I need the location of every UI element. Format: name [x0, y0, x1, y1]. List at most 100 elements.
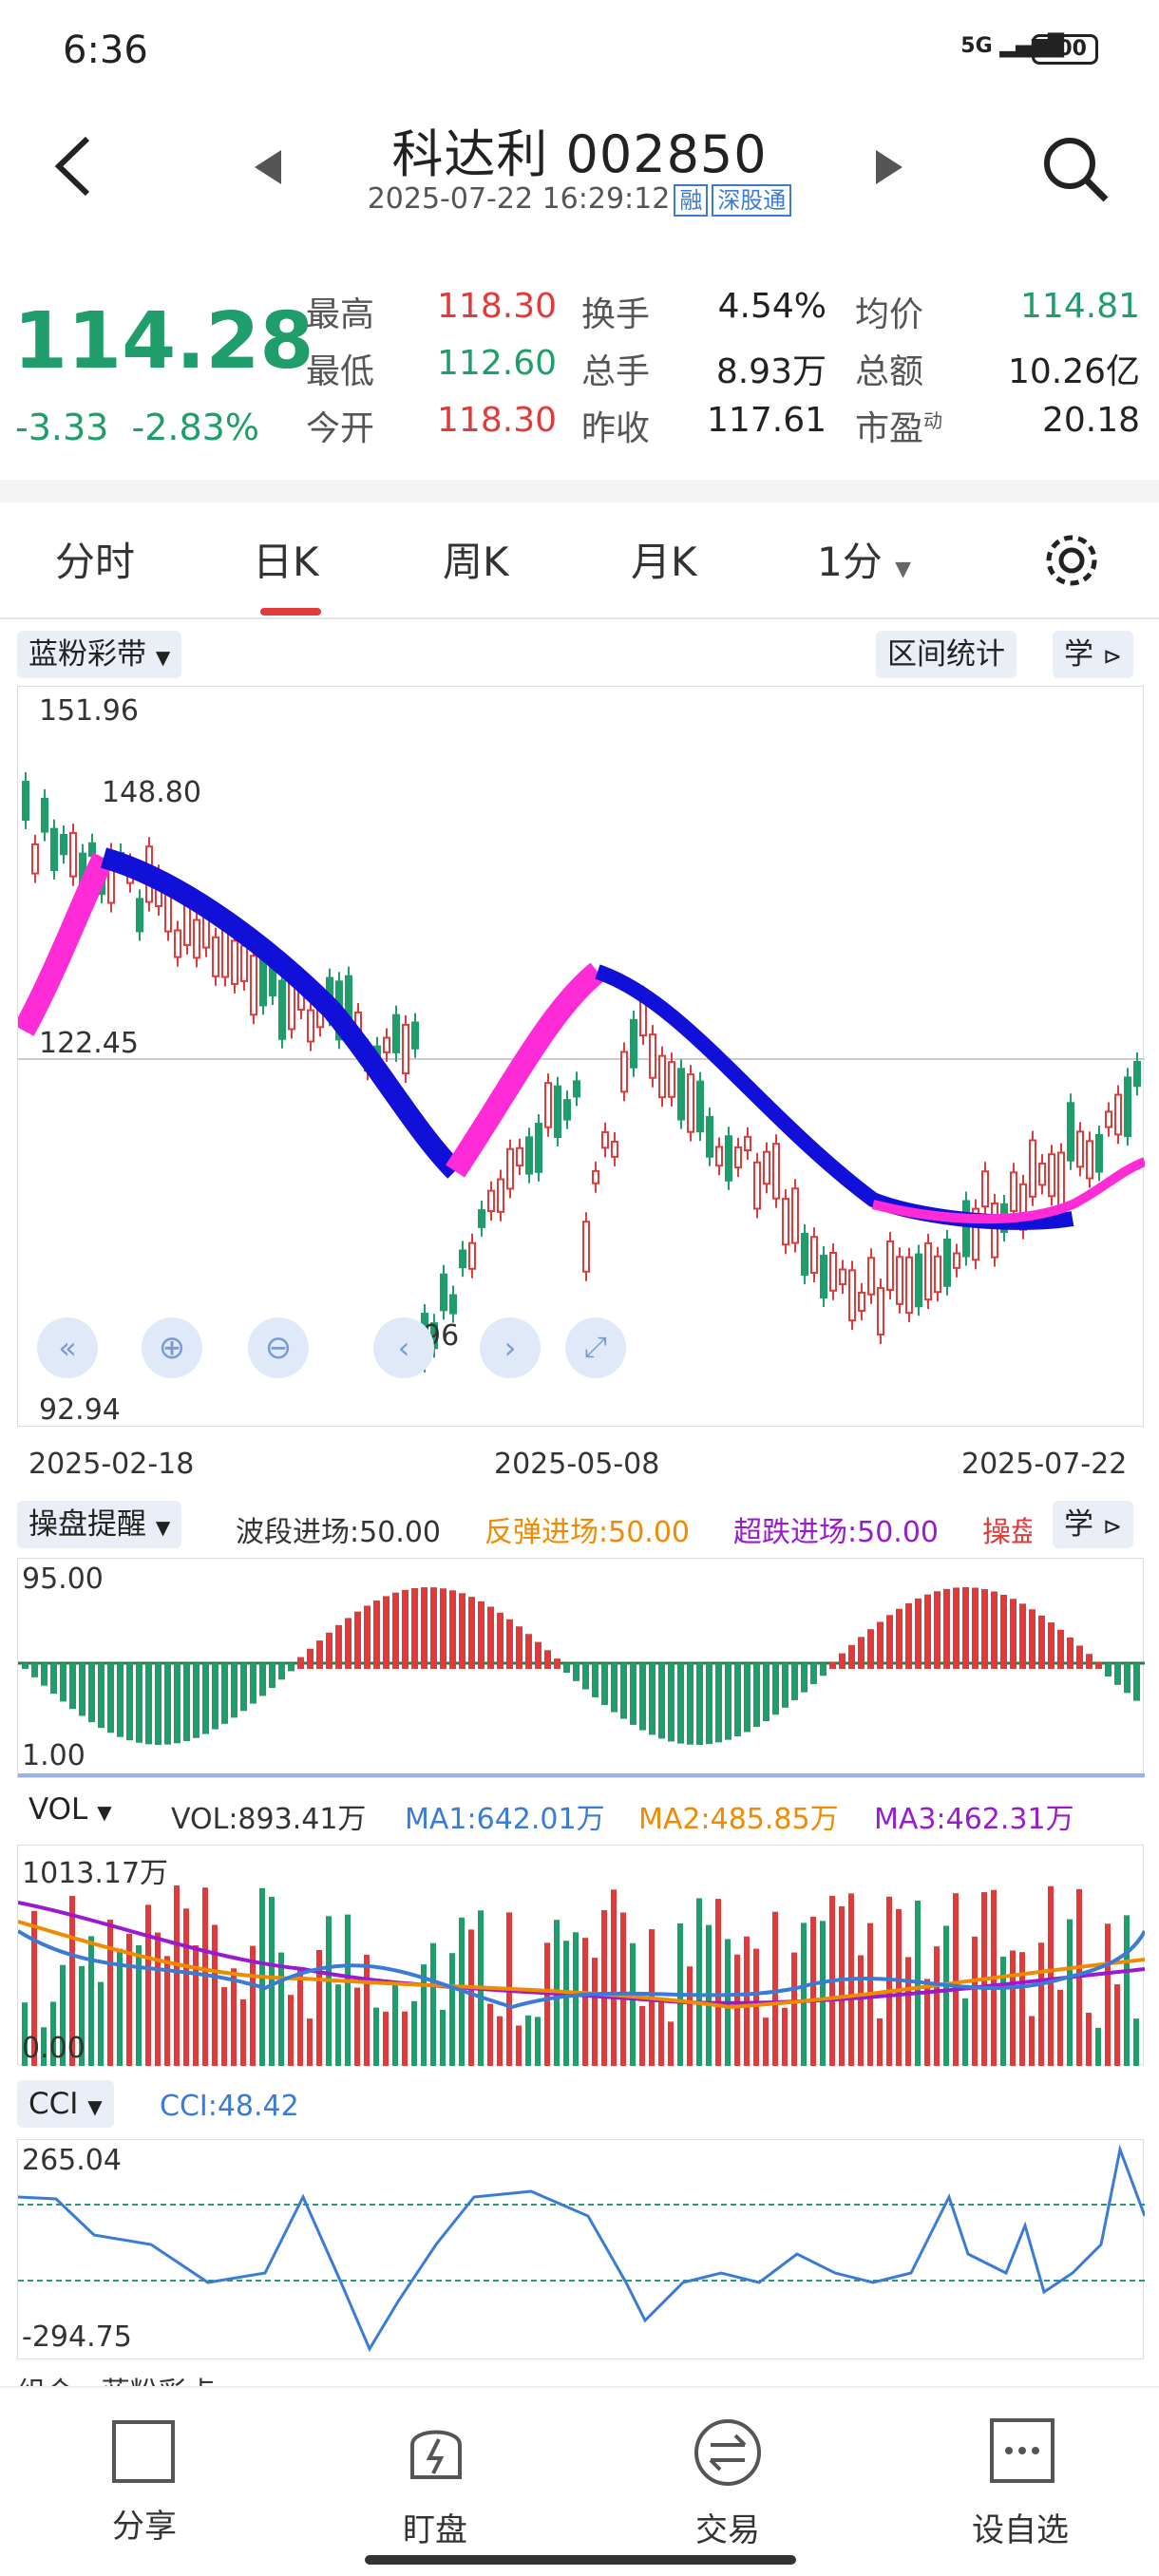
candle-body — [1105, 1110, 1112, 1128]
ops-bar — [221, 1663, 228, 1724]
candle-body — [212, 936, 219, 977]
peek-a: 组合 — [17, 2377, 74, 2386]
vol-bar — [240, 1998, 246, 2066]
tab-1min[interactable]: 1分 ▼ — [817, 530, 911, 588]
ops-bar — [250, 1663, 256, 1704]
ops-bar — [972, 1587, 978, 1669]
ops-bar — [183, 1663, 190, 1741]
pe-value: 20.18 — [1041, 401, 1140, 440]
cci-label: CCI — [28, 2087, 79, 2121]
candle-body — [582, 1221, 590, 1273]
vol-bar — [791, 1952, 797, 2066]
vol-bar — [383, 2011, 389, 2066]
tab-weekly-k[interactable]: 周K — [443, 530, 509, 588]
ops-bar — [231, 1663, 238, 1718]
scroll-right-icon[interactable]: › — [480, 1317, 541, 1378]
candle-body — [630, 1018, 637, 1069]
candle-body — [649, 1033, 656, 1079]
ops-bar — [649, 1663, 656, 1735]
ops-bottom-label: 1.00 — [22, 1739, 86, 1772]
cci-select[interactable]: CCI ▼ — [17, 2080, 114, 2128]
watch-button[interactable] — [403, 2416, 469, 2492]
candle-body — [392, 1013, 400, 1053]
vol-bar — [335, 1984, 341, 2066]
ops-bar — [392, 1592, 399, 1669]
pe-sup: 动 — [923, 409, 943, 432]
candle-body — [877, 1287, 884, 1335]
ops-s4: 操盘 — [982, 1516, 1032, 1549]
stock-datetime: 2025-07-22 16:29:12 融深股通 — [0, 182, 1159, 217]
rewind-icon[interactable]: « — [37, 1317, 98, 1378]
candle-body — [858, 1291, 865, 1312]
candle-body — [535, 1123, 542, 1173]
open-label: 今开 — [306, 409, 375, 448]
ops-bar — [307, 1648, 314, 1669]
trade-icon — [694, 2419, 761, 2486]
scroll-left-icon[interactable]: ‹ — [373, 1317, 434, 1378]
tab-timeshare[interactable]: 分时 — [55, 530, 135, 588]
ops-bar — [497, 1612, 504, 1669]
vol-bar — [326, 1916, 332, 2066]
vol-bar — [1105, 1923, 1111, 2066]
candle-body — [810, 1236, 818, 1274]
ops-s2: 反弹进场:50.00 — [484, 1516, 690, 1549]
tab-monthly-k[interactable]: 月K — [631, 530, 697, 588]
candle-body — [50, 827, 58, 871]
candle-body — [193, 919, 200, 959]
trade-button[interactable] — [692, 2416, 764, 2492]
ops-bar — [60, 1663, 66, 1702]
search-icon[interactable] — [1037, 131, 1113, 207]
vol-bar — [525, 2015, 531, 2066]
change-value: -3.33 — [15, 407, 109, 448]
candle-body — [1038, 1163, 1046, 1186]
ops-bar — [50, 1663, 57, 1695]
ops-bar — [753, 1663, 760, 1728]
candle-body — [696, 1080, 704, 1133]
vol-bars — [22, 1885, 1139, 2066]
ops-bar — [31, 1663, 38, 1677]
add-watchlist-button[interactable] — [988, 2416, 1056, 2489]
ops-bar — [1019, 1603, 1026, 1669]
vol-bar — [164, 1956, 170, 2066]
vol-select[interactable]: VOL ▼ — [17, 1786, 124, 1833]
ops-bar — [88, 1663, 95, 1723]
indicator-select[interactable]: 蓝粉彩带 ▼ — [17, 631, 182, 678]
ops-bar — [525, 1634, 532, 1669]
vol-bar — [896, 1908, 902, 2066]
kline-chart[interactable]: 151.96 148.80 122.45 92.94 96 « ⊕ ⊖ ‹ › … — [13, 686, 1147, 1427]
vol-bar — [497, 2016, 503, 2066]
fullscreen-icon[interactable]: ⤢ — [565, 1317, 626, 1378]
ops-bar — [981, 1589, 988, 1669]
candle-body — [801, 1232, 808, 1277]
ops-bar — [934, 1591, 940, 1669]
learn-button[interactable]: 学 ⊳ — [1053, 631, 1133, 678]
vol-bar — [487, 2003, 493, 2066]
ops-bar — [107, 1663, 114, 1733]
range-stats-button[interactable]: 区间统计 — [876, 631, 1016, 678]
ops-bar — [79, 1663, 86, 1716]
ops-bar — [1010, 1599, 1016, 1669]
vol-bar — [440, 2009, 446, 2066]
ops-bar — [858, 1637, 864, 1669]
zoom-in-icon[interactable]: ⊕ — [142, 1317, 202, 1378]
ops-bar — [487, 1606, 494, 1669]
gear-icon[interactable] — [1041, 530, 1102, 591]
share-button[interactable] — [112, 2420, 175, 2483]
ops-bar — [1105, 1663, 1112, 1677]
ops-bar — [278, 1663, 285, 1680]
tab-daily-k[interactable]: 日K — [253, 530, 319, 588]
ops-bars — [22, 1587, 1140, 1745]
zoom-out-icon[interactable]: ⊖ — [248, 1317, 309, 1378]
ops-bar — [288, 1663, 294, 1672]
ops-bar — [668, 1663, 674, 1742]
ops-bar — [696, 1663, 703, 1745]
candle-body — [544, 1082, 552, 1128]
candle-body — [1010, 1171, 1017, 1212]
avg-value: 114.81 — [1020, 287, 1140, 326]
candle-body — [962, 1200, 970, 1258]
ops-bar — [734, 1663, 741, 1736]
vol-bar — [563, 1941, 569, 2066]
ops-learn-button[interactable]: 学 ⊳ — [1053, 1501, 1133, 1548]
tab-active-indicator — [260, 608, 321, 616]
ops-select[interactable]: 操盘提醒 ▼ — [17, 1501, 182, 1548]
